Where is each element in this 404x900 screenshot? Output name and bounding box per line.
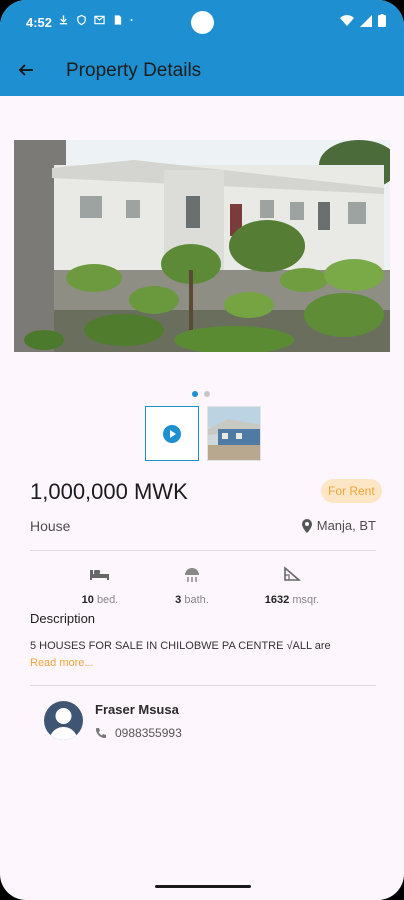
area-unit: msqr. [292, 594, 320, 606]
location-pin-icon [301, 518, 312, 533]
bathrooms-unit: bath. [184, 594, 209, 606]
wifi-icon [340, 14, 354, 26]
page-title: Property Details [66, 60, 202, 81]
app-header: 4:52 Property Details [0, 0, 404, 96]
notification-icons [58, 14, 136, 26]
agent-name: Fraser Msusa [95, 702, 179, 717]
agent-phone-number: 0988355993 [115, 726, 182, 740]
feature-bathrooms: 3 bath. [152, 566, 232, 606]
bedrooms-value: 10 [81, 594, 94, 606]
property-location: Manja, BT [301, 518, 376, 533]
arrow-back-icon [18, 64, 33, 76]
play-circle-icon [163, 424, 181, 443]
status-bar: 4:52 [0, 0, 404, 44]
signal-icon [360, 14, 372, 27]
bedrooms-unit: bed. [96, 594, 119, 606]
shower-icon [185, 568, 199, 582]
agent-phone[interactable]: 0988355993 [95, 726, 182, 740]
read-more-link[interactable]: Read more... [30, 657, 94, 669]
description-heading: Description [30, 611, 96, 626]
area-icon [284, 566, 301, 581]
dot-icon [130, 19, 133, 21]
carousel-indicator [192, 391, 210, 397]
agent-avatar[interactable] [44, 701, 83, 740]
media-thumbnails [145, 406, 261, 461]
carousel-dot[interactable] [204, 391, 210, 397]
bathrooms-value: 3 [175, 594, 182, 606]
video-thumbnail[interactable] [145, 406, 199, 461]
system-icons [340, 14, 386, 27]
location-text: Manja, BT [316, 518, 376, 533]
property-type: House [30, 518, 71, 534]
person-icon [49, 708, 78, 740]
status-badge: For Rent [321, 479, 382, 503]
area-value: 1632 [264, 594, 290, 606]
property-price: 1,000,000 MWK [30, 479, 188, 504]
gmail-icon [94, 15, 105, 25]
bed-icon [90, 570, 109, 580]
house-photo-illustration [14, 140, 390, 352]
divider [30, 550, 376, 551]
thumbnail-illustration [208, 407, 260, 460]
phone-screen: 4:52 Property Details 1,000,000 MWK For … [0, 0, 404, 900]
home-indicator[interactable] [155, 885, 251, 888]
status-time: 4:52 [26, 15, 53, 30]
property-photo[interactable] [14, 140, 390, 352]
carousel-dot-active[interactable] [192, 391, 198, 397]
sim-icon [114, 15, 122, 25]
download-icon [59, 15, 68, 25]
camera-cutout [191, 11, 214, 34]
description-text: 5 HOUSES FOR SALE IN CHILOBWE PA CENTRE … [30, 640, 331, 652]
battery-icon [378, 14, 386, 27]
divider [30, 685, 376, 686]
feature-bedrooms: 10 bed. [60, 566, 140, 606]
feature-area: 1632 msqr. [252, 566, 332, 606]
back-button[interactable] [14, 58, 38, 82]
shield-icon [77, 14, 86, 26]
phone-icon [96, 728, 106, 738]
photo-thumbnail[interactable] [207, 406, 261, 461]
